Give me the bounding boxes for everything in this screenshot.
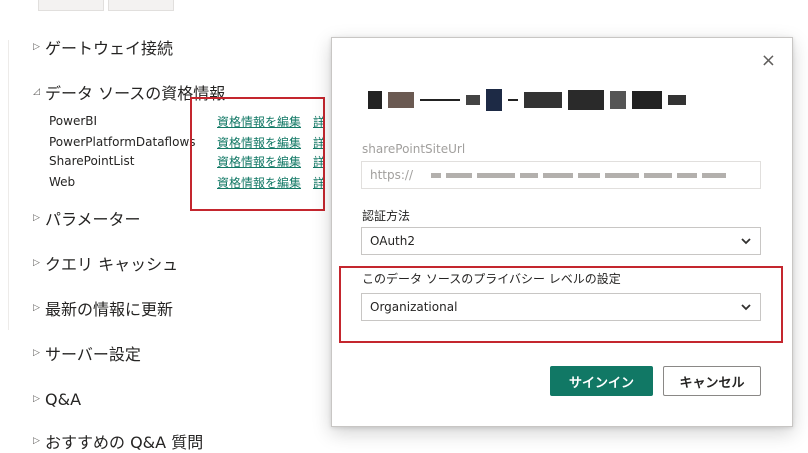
expand-triangle-icon: ▷	[33, 393, 40, 404]
redacted-url	[431, 172, 727, 178]
section-label: パラメーター	[45, 210, 141, 229]
expand-triangle-icon: ▷	[33, 347, 40, 358]
section-refresh[interactable]: ▷ 最新の情報に更新	[33, 297, 173, 319]
section-label: おすすめの Q&A 質問	[45, 433, 204, 452]
site-url-label: sharePointSiteUrl	[362, 142, 466, 156]
close-icon[interactable]: ×	[761, 52, 776, 70]
collapse-triangle-icon: ◿	[33, 86, 40, 97]
section-label: 最新の情報に更新	[45, 300, 174, 319]
dialog-title-redacted	[368, 88, 728, 112]
auth-method-value: OAuth2	[370, 234, 415, 248]
chevron-down-icon	[740, 235, 752, 250]
expand-triangle-icon: ▷	[33, 212, 40, 223]
top-tab-2[interactable]	[108, 0, 174, 11]
credentials-dialog: × sharePointSiteUrl https:// 認証方法 OAuth2…	[331, 37, 793, 427]
expand-triangle-icon: ▷	[33, 41, 40, 52]
section-gateway-connection[interactable]: ▷ ゲートウェイ接続	[33, 36, 173, 58]
expand-triangle-icon: ▷	[33, 257, 40, 268]
section-server-settings[interactable]: ▷ サーバー設定	[33, 342, 141, 364]
site-url-value: https://	[370, 168, 414, 182]
cancel-button[interactable]: キャンセル	[663, 366, 761, 396]
site-url-input: https://	[361, 161, 761, 189]
auth-method-select[interactable]: OAuth2	[361, 227, 761, 255]
highlight-edit-links-box	[190, 97, 325, 211]
left-divider	[8, 40, 9, 330]
section-featured-qna[interactable]: ▷ おすすめの Q&A 質問	[33, 430, 203, 452]
expand-triangle-icon: ▷	[33, 302, 40, 313]
section-label: ゲートウェイ接続	[45, 39, 174, 58]
section-query-cache[interactable]: ▷ クエリ キャッシュ	[33, 252, 178, 274]
signin-button[interactable]: サインイン	[550, 366, 653, 396]
section-label: クエリ キャッシュ	[45, 255, 179, 274]
section-parameters[interactable]: ▷ パラメーター	[33, 207, 141, 229]
expand-triangle-icon: ▷	[33, 435, 40, 446]
highlight-privacy-box	[339, 266, 783, 343]
auth-method-label: 認証方法	[362, 209, 411, 223]
top-tab-1[interactable]	[38, 0, 104, 11]
section-label: サーバー設定	[45, 345, 141, 364]
section-qna[interactable]: ▷ Q&A	[33, 388, 81, 410]
section-label: Q&A	[45, 389, 82, 409]
